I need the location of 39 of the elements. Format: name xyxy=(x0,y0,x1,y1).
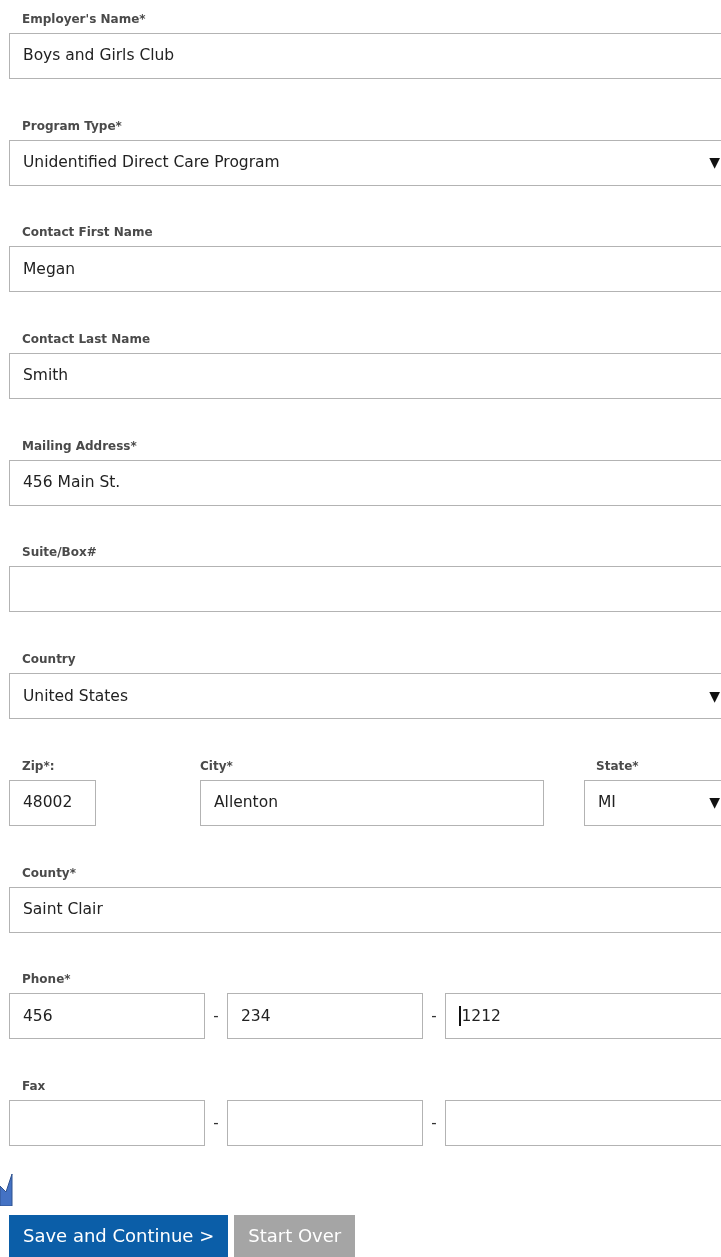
input-field[interactable]: 456 xyxy=(9,993,205,1040)
field-label: County* xyxy=(21,865,77,882)
dropdown-field[interactable]: Unidentified Direct Care Program ▼ xyxy=(9,139,721,186)
input-field[interactable]: Allenton xyxy=(200,779,544,826)
dropdown-field[interactable]: United States ▼ xyxy=(9,673,721,720)
dropdown-arrow-icon: ▼ xyxy=(709,792,720,814)
separator-text: - xyxy=(212,1112,220,1134)
field-label: Mailing Address* xyxy=(21,438,138,455)
input-field[interactable]: 1212 xyxy=(445,993,721,1040)
input-field[interactable]: 48002 xyxy=(9,779,96,826)
dropdown-arrow-icon: ▼ xyxy=(709,685,720,707)
field-label: Country xyxy=(21,652,77,669)
input-field[interactable]: Megan xyxy=(9,246,721,293)
field-label: State* xyxy=(595,758,640,775)
field-label: Fax xyxy=(21,1078,47,1095)
input-field[interactable] xyxy=(227,1099,423,1146)
field-label: City* xyxy=(200,758,234,775)
separator-text: - xyxy=(212,1005,220,1027)
separator-text: - xyxy=(430,1005,438,1027)
field-label: Phone* xyxy=(21,972,72,989)
field-label: Zip*: xyxy=(21,758,56,775)
input-field[interactable]: 456 Main St. xyxy=(9,459,721,506)
dropdown-arrow-icon: ▼ xyxy=(709,152,720,174)
arrow-icon xyxy=(0,1174,13,1206)
field-label: Suite/Box# xyxy=(21,545,98,562)
field-label: Contact First Name xyxy=(21,225,154,242)
separator-text: - xyxy=(430,1112,438,1134)
input-field[interactable] xyxy=(9,566,721,613)
save-button[interactable]: Save and Continue > xyxy=(9,1214,229,1257)
field-label: Program Type* xyxy=(21,118,123,135)
dropdown-field[interactable]: MI ▼ xyxy=(584,779,721,826)
input-field[interactable] xyxy=(445,1099,721,1146)
field-label: Employer's Name* xyxy=(21,12,147,28)
input-field[interactable]: Smith xyxy=(9,353,721,400)
input-field[interactable]: Boys and Girls Club xyxy=(9,33,721,79)
field-label: Contact Last Name xyxy=(21,332,152,349)
input-field[interactable]: 234 xyxy=(227,993,423,1040)
input-field[interactable] xyxy=(9,1099,205,1146)
input-field[interactable]: Saint Clair xyxy=(9,886,721,933)
